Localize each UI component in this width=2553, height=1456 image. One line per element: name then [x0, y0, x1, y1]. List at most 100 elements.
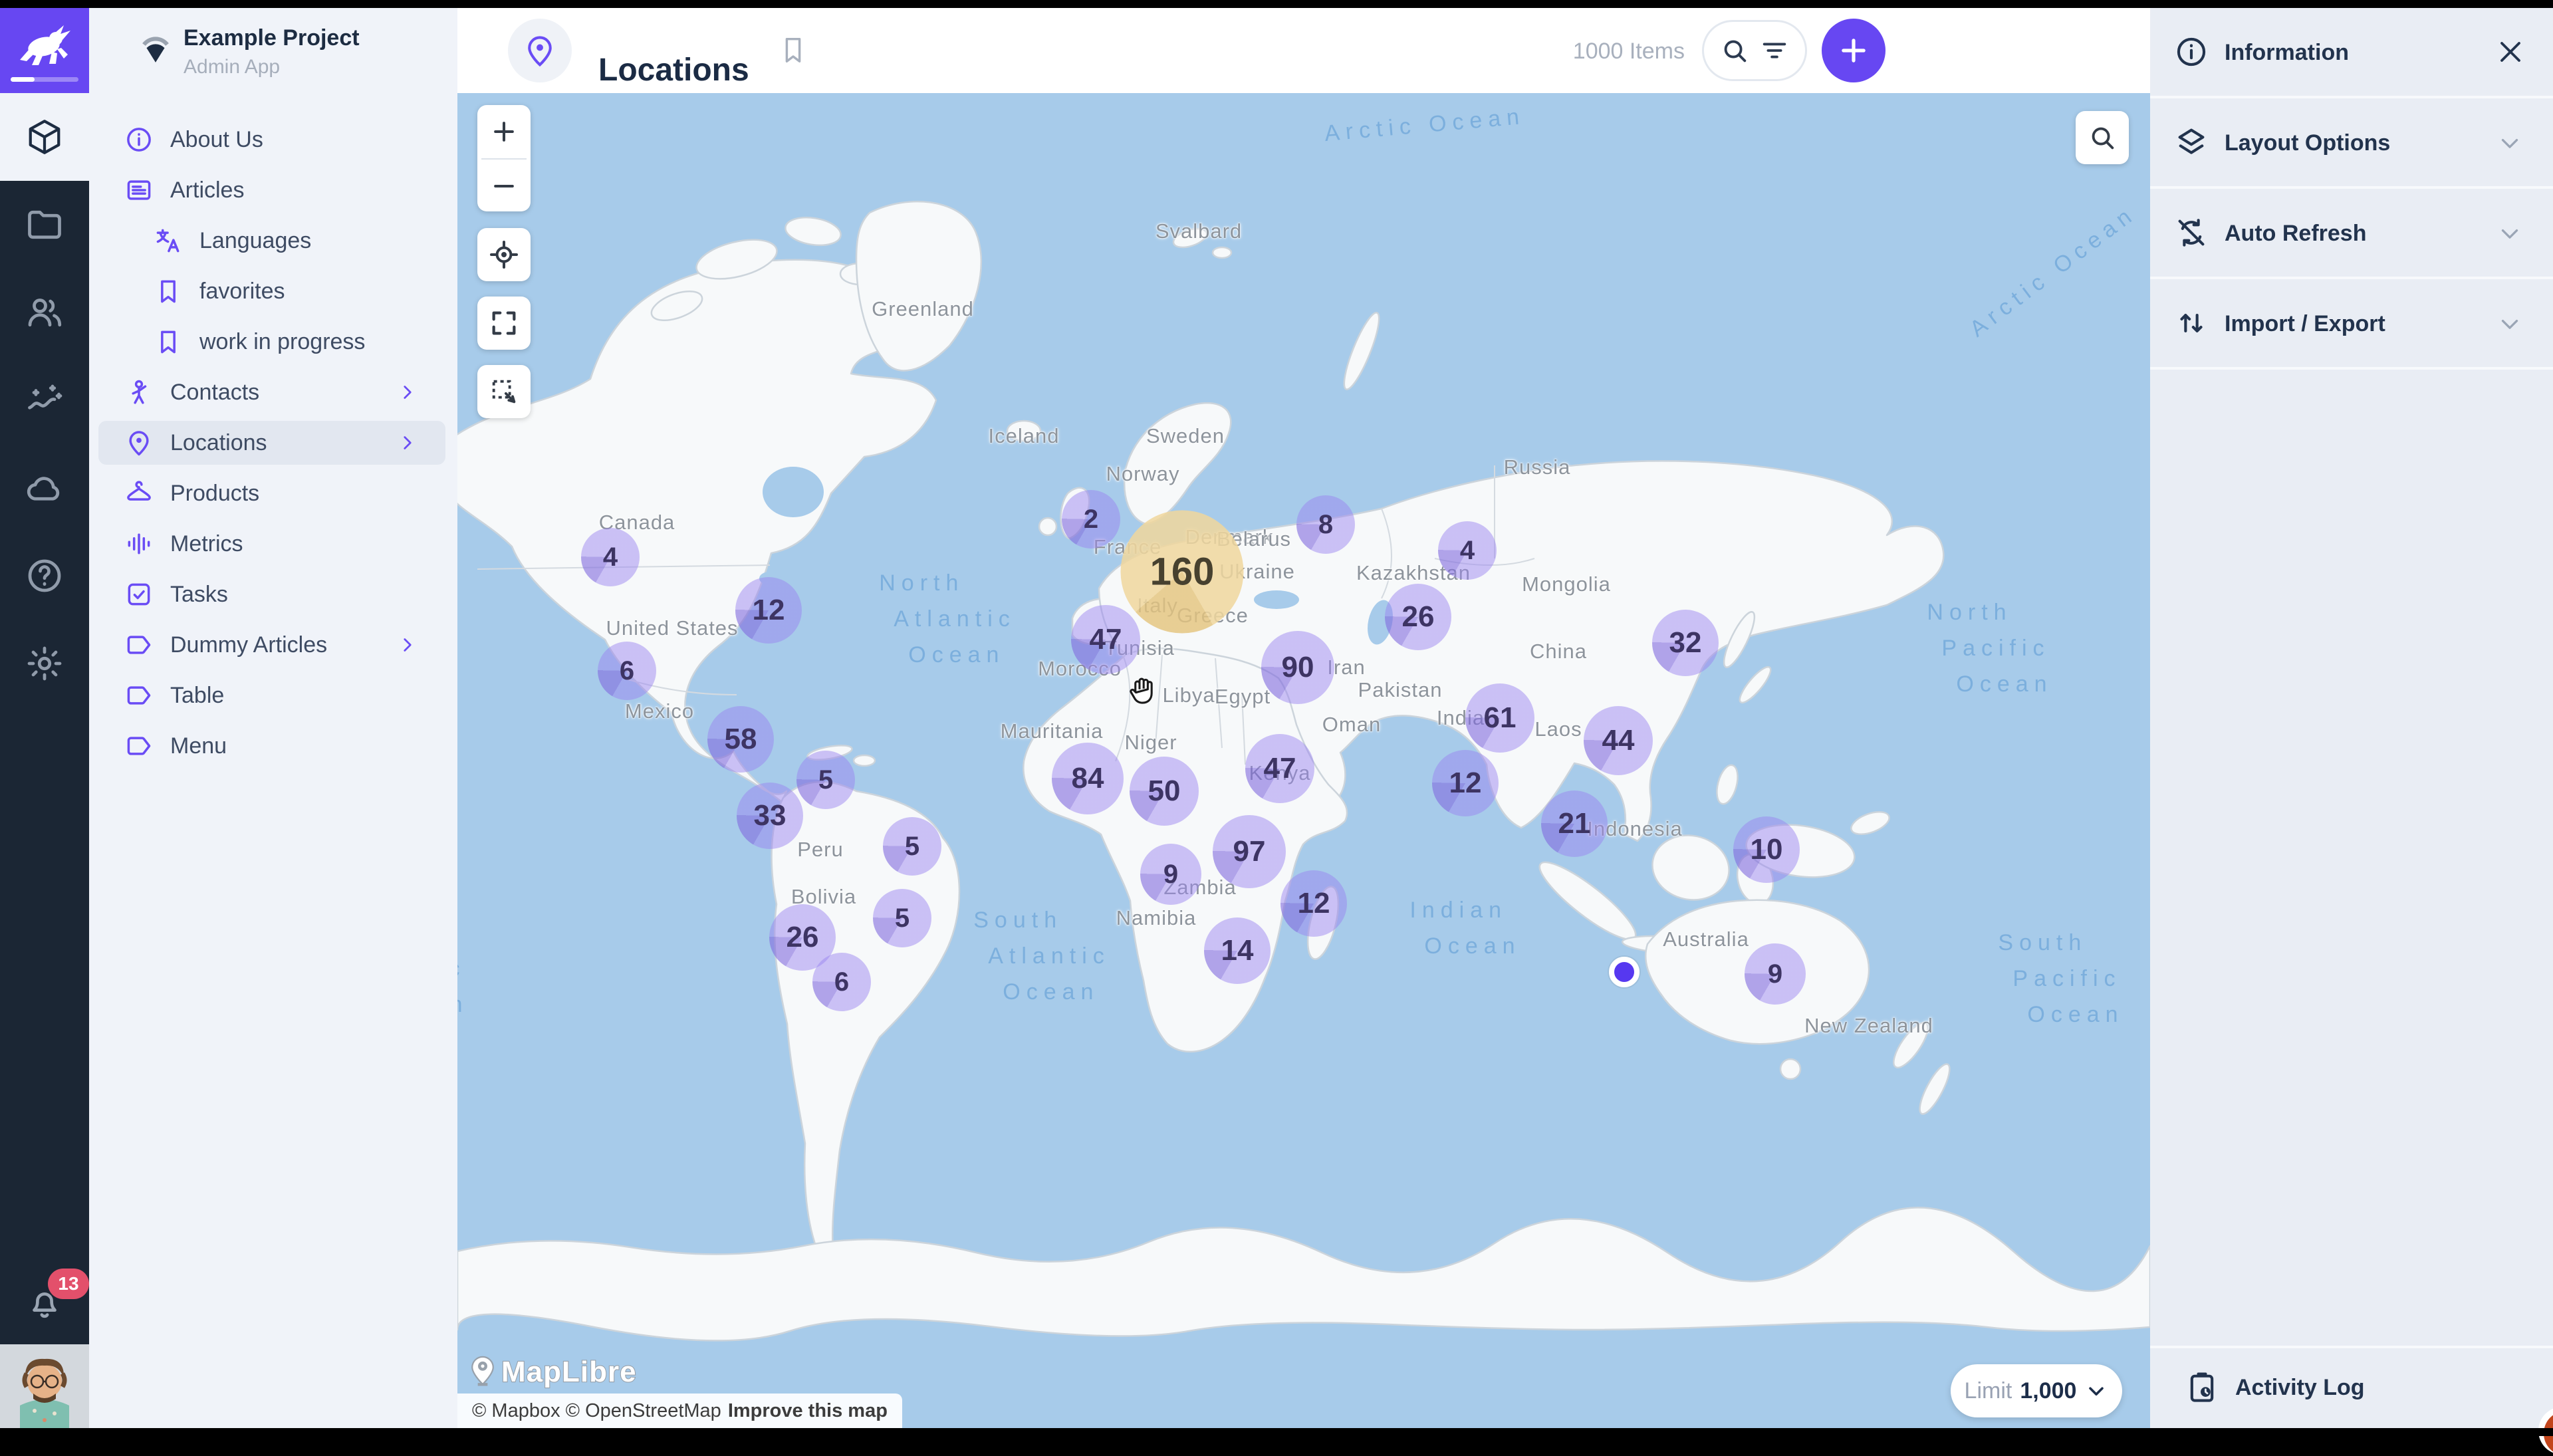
map-zoom-controls [477, 105, 531, 211]
limit-dropdown[interactable]: Limit 1,000 [1951, 1364, 2122, 1417]
activity-log-button[interactable]: Activity Log [2150, 1346, 2553, 1428]
map-cluster[interactable]: 61 [1465, 683, 1534, 753]
country-label: Norway [1106, 462, 1179, 486]
module-content-active[interactable] [0, 93, 89, 181]
map-cluster[interactable]: 14 [1204, 917, 1271, 984]
fullscreen-icon [489, 308, 519, 338]
sidebar-item-articles[interactable]: Articles [89, 165, 457, 215]
locate-button[interactable] [477, 228, 531, 281]
chevron-right-icon[interactable] [396, 431, 419, 454]
map-cluster[interactable]: 21 [1541, 790, 1608, 857]
locate-icon [488, 239, 520, 271]
bookmark-icon [153, 326, 183, 357]
module-help-button[interactable] [0, 532, 89, 620]
rabbit-logo-icon [16, 20, 73, 69]
limit-label: Limit [1965, 1378, 2012, 1404]
improve-map-link[interactable]: Improve this map [728, 1400, 888, 1422]
module-folder-button[interactable] [0, 181, 89, 269]
map-cluster[interactable]: 8 [1296, 495, 1355, 554]
module-cloud-button[interactable] [0, 444, 89, 532]
map-cluster[interactable]: 84 [1052, 743, 1124, 814]
map-cluster[interactable]: 6 [812, 953, 871, 1011]
close-icon[interactable] [2494, 36, 2526, 68]
sidebar-item-metrics[interactable]: Metrics [89, 519, 457, 569]
panel-information[interactable]: Information [2150, 8, 2553, 98]
map-cluster[interactable]: 26 [1385, 584, 1451, 650]
sidebar-item-work-in-progress[interactable]: work in progress [89, 316, 457, 367]
panel-layout-options[interactable]: Layout Options [2150, 98, 2553, 189]
chevron-right-icon[interactable] [396, 381, 419, 404]
chevron-down-icon[interactable] [2496, 129, 2524, 157]
map-cluster[interactable]: 4 [1438, 521, 1497, 580]
module-insights-button[interactable] [0, 356, 89, 444]
map-cluster[interactable]: 44 [1584, 706, 1653, 775]
search-filter-pill[interactable] [1702, 20, 1807, 81]
sidebar-item-products[interactable]: Products [89, 468, 457, 519]
map-cluster[interactable]: 9 [1140, 844, 1201, 905]
zoom-in-button[interactable] [477, 105, 531, 158]
map-cluster[interactable]: 5 [883, 817, 941, 876]
map-cluster[interactable]: 12 [1280, 870, 1347, 937]
map-cluster[interactable]: 32 [1652, 610, 1719, 676]
sidebar-item-languages[interactable]: Languages [89, 215, 457, 266]
sidebar-item-locations[interactable]: Locations [89, 418, 457, 468]
add-item-button[interactable] [1822, 19, 1885, 82]
app-logo-button[interactable] [0, 8, 89, 93]
chevron-down-icon[interactable] [2496, 310, 2524, 338]
filter-icon[interactable] [1759, 35, 1790, 66]
module-settings-button[interactable] [0, 620, 89, 707]
settings-icon [25, 644, 64, 683]
map-canvas[interactable]: Arctic OceanArctic OceanNorthAtlanticOce… [457, 93, 2150, 1428]
sidebar-item-table[interactable]: Table [89, 670, 457, 721]
panel-import-export[interactable]: Import / Export [2150, 279, 2553, 370]
insights-icon [25, 380, 64, 420]
map-search-button[interactable] [2076, 111, 2129, 164]
collection-icon-button[interactable] [508, 19, 572, 82]
notifications-button[interactable]: 13 [0, 1259, 89, 1346]
map-cluster[interactable]: 9 [1745, 943, 1806, 1005]
map-cluster[interactable]: 2 [1062, 490, 1120, 548]
map-point-marker[interactable] [1609, 957, 1640, 987]
module-people-button[interactable] [0, 269, 89, 356]
country-label: Australia [1663, 927, 1749, 951]
panel-auto-refresh[interactable]: Auto Refresh [2150, 189, 2553, 279]
map-cluster[interactable]: 90 [1261, 631, 1334, 704]
fullscreen-button[interactable] [477, 297, 531, 350]
clipboard-clock-icon [2185, 1370, 2219, 1404]
map-cluster[interactable]: 160 [1121, 511, 1244, 634]
box-select-button[interactable] [477, 365, 531, 418]
bookmark-icon[interactable] [778, 35, 808, 65]
right-sidebar: InformationLayout OptionsAuto RefreshImp… [2150, 8, 2553, 1428]
zoom-out-button[interactable] [477, 160, 531, 213]
map-cluster[interactable]: 12 [735, 577, 802, 644]
sidebar-item-tasks[interactable]: Tasks [89, 569, 457, 620]
map-cluster[interactable]: 47 [1245, 734, 1314, 803]
map-cluster[interactable]: 5 [873, 889, 931, 947]
map-cluster[interactable]: 47 [1071, 605, 1140, 674]
map-cluster[interactable]: 12 [1432, 750, 1499, 816]
map-cluster[interactable]: 97 [1213, 815, 1286, 888]
sidebar-item-dummy-articles[interactable]: Dummy Articles [89, 620, 457, 670]
map-cluster[interactable]: 58 [707, 706, 774, 773]
chevron-down-icon[interactable] [2496, 219, 2524, 247]
map-cluster[interactable]: 10 [1733, 816, 1800, 883]
sidebar-item-about-us[interactable]: About Us [89, 114, 457, 165]
sidebar-item-contacts[interactable]: Contacts [89, 367, 457, 418]
search-icon[interactable] [1719, 35, 1750, 66]
project-header[interactable]: Example Project Admin App [89, 8, 457, 93]
country-label: United States [606, 616, 738, 640]
map-cluster[interactable]: 50 [1130, 757, 1199, 826]
sidebar-item-favorites[interactable]: favorites [89, 266, 457, 316]
map-cluster[interactable]: 4 [581, 528, 640, 586]
map-cluster[interactable]: 6 [598, 642, 656, 700]
project-subtitle: Admin App [183, 56, 280, 78]
chevron-right-icon[interactable] [396, 634, 419, 656]
sidebar-item-label: Table [170, 683, 224, 709]
cube-icon [25, 117, 64, 157]
sidebar-item-menu[interactable]: Menu [89, 721, 457, 771]
label-icon [124, 680, 154, 711]
user-avatar[interactable] [0, 1344, 89, 1428]
map-cluster[interactable]: 33 [737, 783, 803, 849]
country-label: Niger [1124, 731, 1177, 755]
map-cluster[interactable]: 5 [796, 751, 855, 809]
